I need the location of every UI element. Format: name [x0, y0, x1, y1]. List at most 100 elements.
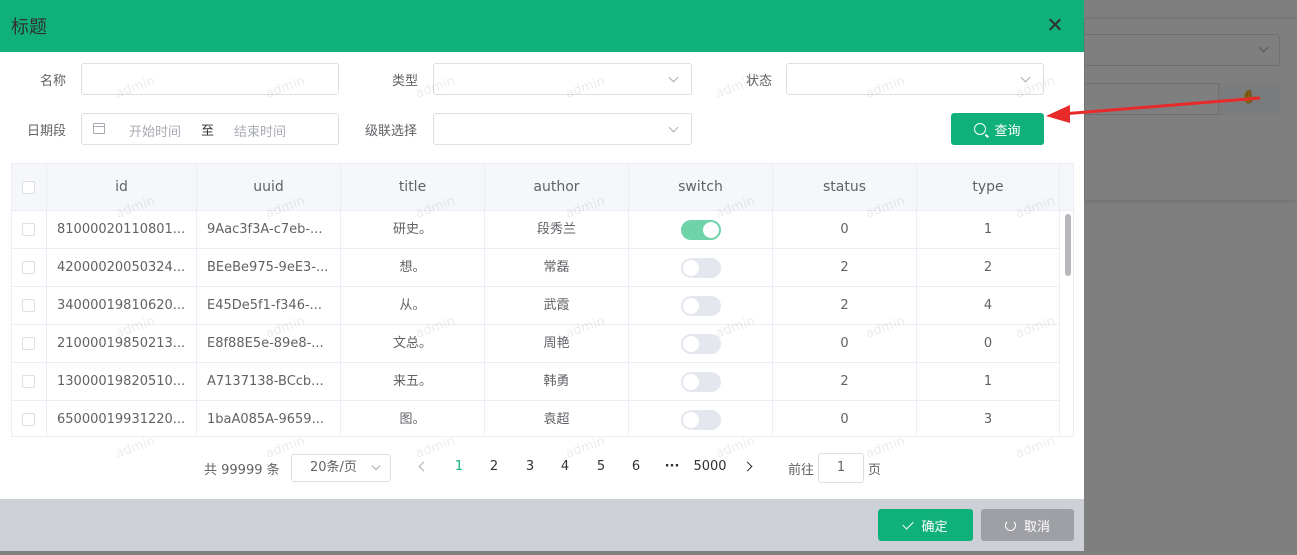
date-separator: 至 [201, 124, 215, 139]
cell-uuid: 1baA085A-9659... [197, 401, 341, 436]
row-select-cell[interactable] [12, 401, 47, 436]
column-header-uuid: uuid [197, 164, 341, 211]
cell-uuid: BEeBe975-9eE3-... [197, 249, 341, 287]
search-button[interactable]: 查询 [951, 113, 1044, 145]
chevron-down-icon [371, 461, 381, 471]
calendar-icon [93, 123, 105, 134]
search-icon [974, 123, 987, 135]
date-label: 日期段 [27, 124, 67, 139]
page-1[interactable]: 1 [447, 459, 471, 474]
cell-id: 81000020110801... [47, 211, 197, 249]
arrow-shaft [1061, 96, 1261, 116]
cell-status: 2 [773, 249, 917, 287]
row-switch[interactable] [680, 219, 721, 240]
close-icon[interactable] [1048, 18, 1062, 32]
data-table: id uuid title author switch status type … [11, 163, 1074, 437]
row-switch[interactable] [680, 257, 721, 278]
row-switch[interactable] [680, 371, 721, 392]
row-checkbox[interactable] [22, 413, 35, 426]
page-size-select[interactable]: 20条/页 [291, 454, 391, 482]
status-select[interactable] [786, 63, 1044, 95]
cell-type: 4 [917, 287, 1060, 325]
table-row[interactable]: 13000019820510... A7137138-BCcb... 来五。 韩勇 2 1 [12, 363, 1060, 401]
cell-status: 0 [773, 325, 917, 363]
cell-switch [629, 401, 773, 436]
cell-id: 42000020050324... [47, 249, 197, 287]
row-checkbox[interactable] [22, 261, 35, 274]
cell-type: 2 [917, 249, 1060, 287]
cell-type: 1 [917, 363, 1060, 401]
chevron-down-icon [668, 72, 679, 83]
row-checkbox[interactable] [22, 223, 35, 236]
chevron-down-icon [668, 122, 679, 133]
name-input[interactable] [81, 63, 339, 95]
page-6[interactable]: 6 [624, 459, 648, 474]
row-select-cell[interactable] [12, 249, 47, 287]
cell-type: 0 [917, 325, 1060, 363]
cancel-button[interactable]: 取消 [981, 509, 1074, 541]
cell-author: 段秀兰 [485, 211, 629, 249]
prev-page-icon[interactable] [418, 461, 429, 472]
cell-title: 想。 [341, 249, 485, 287]
row-checkbox[interactable] [22, 375, 35, 388]
confirm-button[interactable]: 确定 [878, 509, 973, 541]
table-header: id uuid title author switch status type [12, 164, 1060, 211]
page-2[interactable]: 2 [482, 459, 506, 474]
goto-page-input[interactable]: 1 [818, 453, 864, 483]
next-page-icon[interactable] [742, 461, 753, 472]
page-suffix: 页 [868, 463, 882, 478]
cell-switch [629, 211, 773, 249]
annotation-arrow [1046, 96, 1261, 123]
page-3[interactable]: 3 [518, 459, 542, 474]
type-select[interactable] [433, 63, 692, 95]
page-last[interactable]: 5000 [692, 459, 728, 474]
cell-uuid: E8f88E5e-89e8-... [197, 325, 341, 363]
page-size-value: 20条/页 [310, 460, 357, 475]
cell-author: 袁超 [485, 401, 629, 436]
search-button-label: 查询 [994, 123, 1021, 139]
row-select-cell[interactable] [12, 211, 47, 249]
dialog-title: 标题 [11, 17, 47, 38]
goto-label: 前往 [788, 463, 815, 478]
table-row[interactable]: 42000020050324... BEeBe975-9eE3-... 想。 常磊 2 2 [12, 249, 1060, 287]
select-all-checkbox[interactable] [22, 180, 35, 194]
page-5[interactable]: 5 [589, 459, 613, 474]
cell-switch [629, 325, 773, 363]
cell-title: 从。 [341, 287, 485, 325]
cancel-button-label: 取消 [1023, 519, 1050, 535]
cell-author: 武霞 [485, 287, 629, 325]
row-switch[interactable] [680, 409, 721, 430]
table-row[interactable]: 21000019850213... E8f88E5e-89e8-... 文总。 周艳 0… [12, 325, 1060, 363]
page-4[interactable]: 4 [553, 459, 577, 474]
pagination-ellipsis[interactable]: ··· [660, 459, 684, 474]
pagination-total: 共 99999 条 [204, 463, 280, 478]
cell-id: 13000019820510... [47, 363, 197, 401]
row-select-cell[interactable] [12, 325, 47, 363]
date-start-input[interactable]: 开始时间 [129, 121, 181, 140]
row-switch[interactable] [680, 295, 721, 316]
arrow-head [1046, 105, 1070, 123]
table-scrollbar[interactable] [1062, 211, 1073, 436]
cascade-select[interactable] [433, 113, 692, 145]
table-row[interactable]: 65000019931220... 1baA085A-9659... 图。 袁超 0 3 [12, 401, 1060, 436]
row-select-cell[interactable] [12, 287, 47, 325]
cell-title: 来五。 [341, 363, 485, 401]
table-row[interactable]: 81000020110801... 9Aac3f3A-c7eb-... 研史。 段秀兰… [12, 211, 1060, 249]
name-label: 名称 [40, 74, 67, 89]
cell-status: 2 [773, 363, 917, 401]
header-select-all[interactable] [12, 164, 47, 211]
table-row[interactable]: 34000019810620... E45De5f1-f346-... 从。 武霞 2 4 [12, 287, 1060, 325]
row-switch[interactable] [680, 333, 721, 354]
cell-title: 文总。 [341, 325, 485, 363]
cell-title: 研史。 [341, 211, 485, 249]
row-checkbox[interactable] [22, 337, 35, 350]
row-select-cell[interactable] [12, 363, 47, 401]
column-header-title: title [341, 164, 485, 211]
row-checkbox[interactable] [22, 299, 35, 312]
date-end-input[interactable]: 结束时间 [234, 121, 286, 140]
date-range-picker[interactable]: 开始时间 至 结束时间 [81, 113, 339, 145]
cell-uuid: 9Aac3f3A-c7eb-... [197, 211, 341, 249]
scrollbar-thumb[interactable] [1065, 214, 1071, 276]
cell-author: 常磊 [485, 249, 629, 287]
column-header-id: id [47, 164, 197, 211]
